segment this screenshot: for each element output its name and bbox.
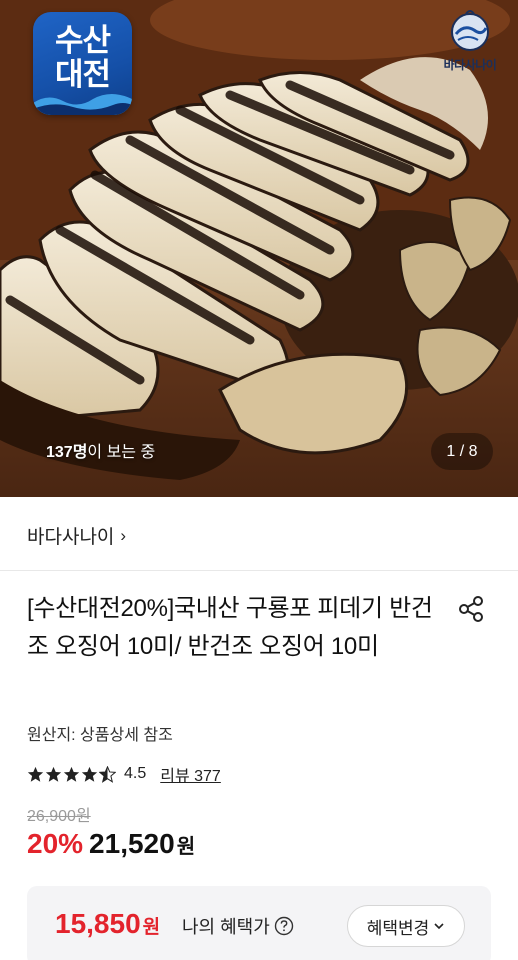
viewers-number: 137명 xyxy=(46,444,88,461)
rating-stars xyxy=(27,765,116,783)
seafood-festival-badge: 수산 대전 xyxy=(33,12,132,115)
brand-emblem-icon xyxy=(451,10,489,51)
help-circle-icon[interactable] xyxy=(274,916,294,936)
viewers-count: 137명이 보는 중 xyxy=(46,438,155,462)
discount-rate: 20% xyxy=(27,828,84,859)
star-half-icon xyxy=(99,765,116,783)
benefit-box: 15,850 원 나의 혜택가 혜택변경 xyxy=(27,886,491,960)
benefit-label: 나의 혜택가 xyxy=(182,913,294,939)
product-image-carousel[interactable]: 수산 대전 바다사나이 137명이 보는 중 1 / 8 xyxy=(0,0,518,497)
chevron-right-icon: › xyxy=(120,525,127,545)
brand-logo-text: 바다사나이 xyxy=(443,58,497,72)
rating-row: 4.5 리뷰 377 xyxy=(27,762,221,786)
sale-price: 21,520 xyxy=(89,828,175,859)
chevron-down-icon xyxy=(434,923,444,930)
origin-info: 원산지: 상품상세 참조 xyxy=(27,727,173,744)
product-title: [수산대전20%]국내산 구룡포 피데기 반건조 오징어 10미/ 반건조 오징… xyxy=(27,595,433,660)
price-row: 20% 21,520 원 xyxy=(27,828,195,860)
original-price: 26,900원 xyxy=(27,808,91,825)
price-unit: 원 xyxy=(176,836,196,858)
benefit-label-text: 나의 혜택가 xyxy=(182,917,270,937)
benefit-price-unit: 원 xyxy=(142,917,161,938)
seller-name: 바다사나이 xyxy=(27,527,115,548)
benefit-price: 15,850 원 xyxy=(55,908,160,940)
rating-score: 4.5 xyxy=(124,765,147,782)
change-benefit-button[interactable]: 혜택변경 xyxy=(347,905,465,947)
divider xyxy=(0,570,518,571)
image-pager: 1 / 8 xyxy=(431,433,493,470)
change-benefit-label: 혜택변경 xyxy=(366,918,430,938)
star-icon xyxy=(63,766,80,782)
benefit-price-value: 15,850 xyxy=(55,908,141,939)
share-icon[interactable] xyxy=(456,594,486,624)
wave-icon xyxy=(33,94,132,115)
brand-logo: 바다사나이 xyxy=(430,6,510,76)
badge-line-2: 대전 xyxy=(54,57,111,93)
viewers-suffix: 이 보는 중 xyxy=(87,444,156,461)
star-icon xyxy=(45,766,62,782)
star-icon xyxy=(81,766,98,782)
seller-link[interactable]: 바다사나이 › xyxy=(27,522,126,549)
review-link[interactable]: 리뷰 377 xyxy=(160,762,221,786)
badge-line-1: 수산 xyxy=(54,23,111,59)
star-icon xyxy=(27,766,44,782)
